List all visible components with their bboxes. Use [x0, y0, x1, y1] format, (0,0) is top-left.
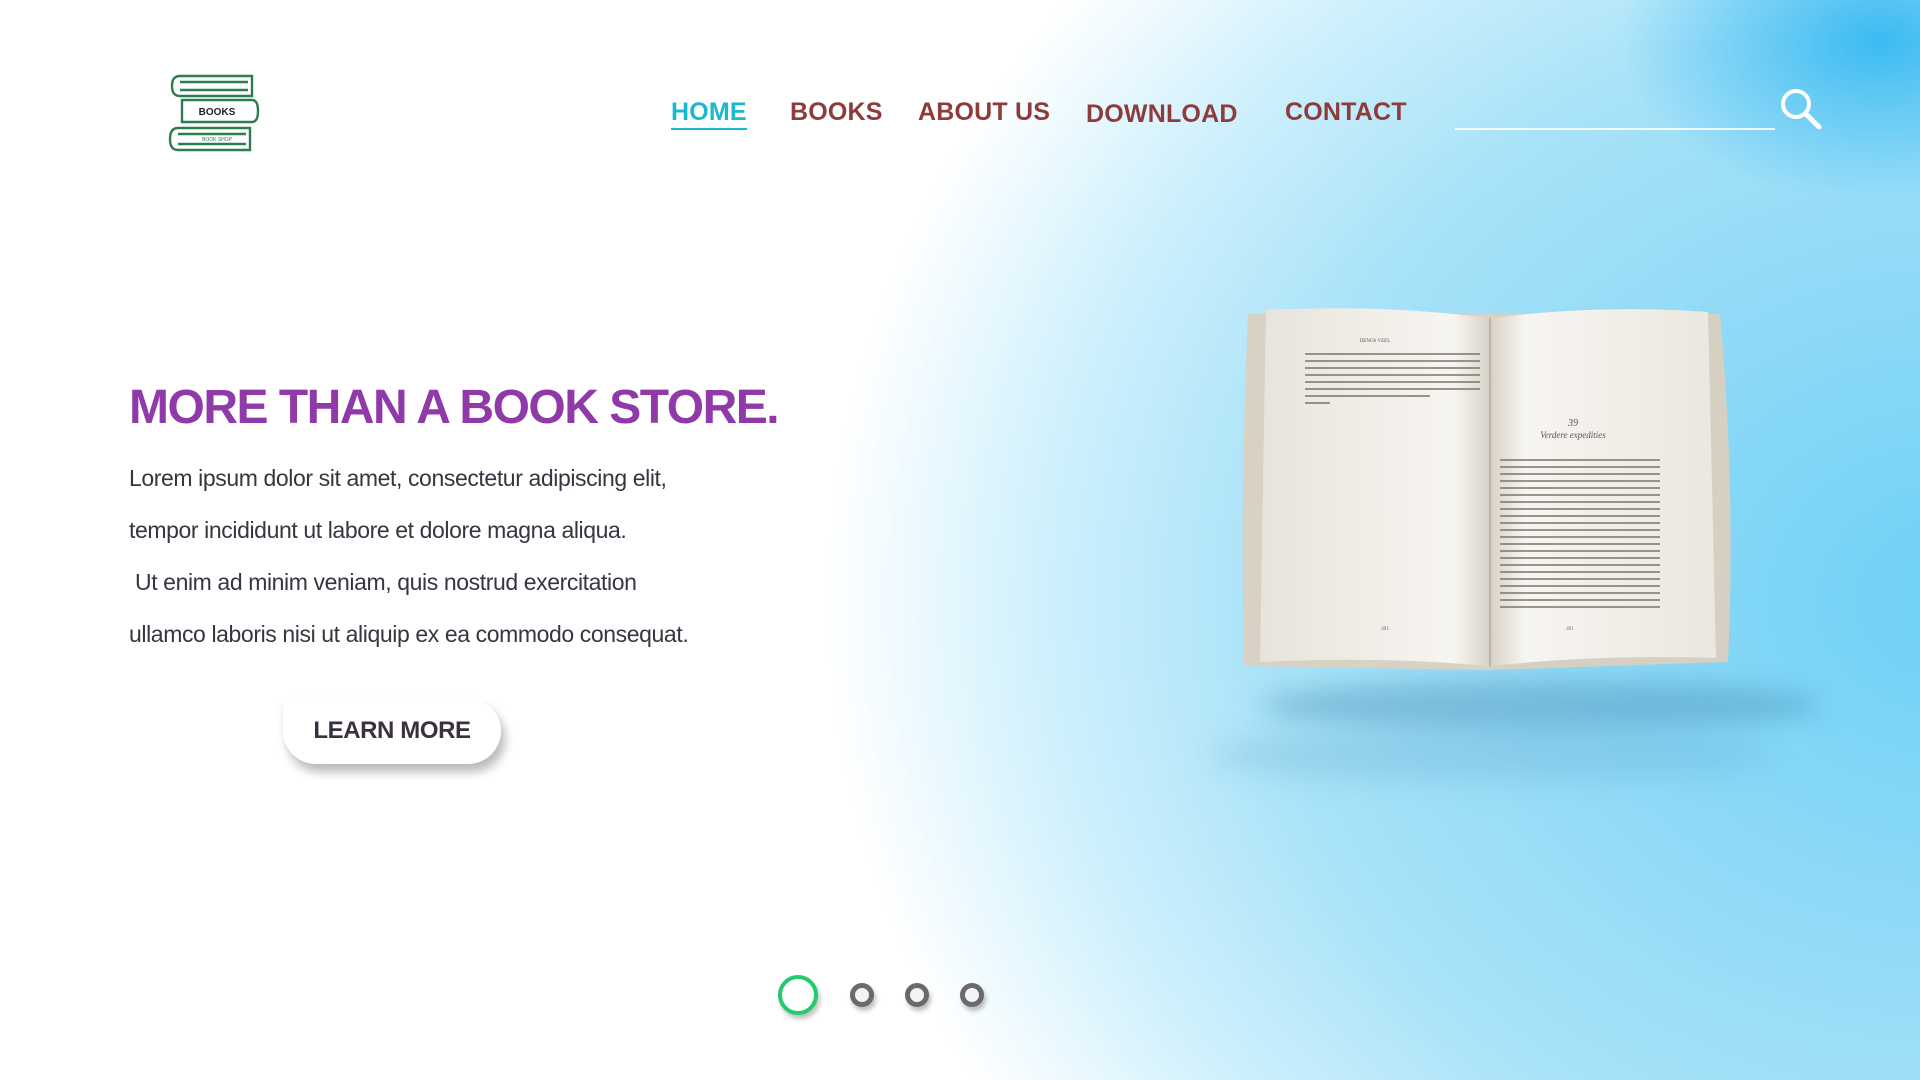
logo-subtitle: BOOK SHOP: [202, 137, 233, 143]
learn-more-button[interactable]: LEARN MORE: [283, 698, 501, 764]
slider-dot-4[interactable]: [960, 983, 984, 1007]
book-page-number-right: 491: [1566, 627, 1574, 632]
book-page-header: DENOS VEEL: [1360, 339, 1391, 344]
search-icon[interactable]: [1778, 86, 1824, 132]
bookshop-logo[interactable]: BOOKS BOOK SHOP: [168, 74, 260, 154]
book-chapter-number: 39: [1567, 418, 1578, 429]
book-illustration: DENOS VEEL 491 39 Verdere expedities 491: [1242, 308, 1731, 670]
nav-contact[interactable]: CONTACT: [1285, 98, 1407, 127]
nav-about-us[interactable]: ABOUT US: [918, 98, 1050, 127]
hero-description: Lorem ipsum dolor sit amet, consectetur …: [129, 458, 769, 666]
nav-download[interactable]: DOWNLOAD: [1086, 100, 1238, 129]
hero-description-line: tempor incididunt ut labore et dolore ma…: [129, 517, 627, 543]
book-shadow: [1210, 730, 1770, 780]
book-page-number-left: 491: [1381, 627, 1389, 632]
slider-dot-2[interactable]: [850, 983, 874, 1007]
hero-description-line: Ut enim ad minim veniam, quis nostrud ex…: [129, 569, 637, 595]
search-input[interactable]: [1455, 128, 1775, 130]
nav-books[interactable]: BOOKS: [790, 98, 883, 127]
hero-description-line: Lorem ipsum dolor sit amet, consectetur …: [129, 465, 667, 491]
book-chapter-title: Verdere expedities: [1540, 430, 1606, 440]
nav-home[interactable]: HOME: [671, 98, 747, 130]
hero-description-line: ullamco laboris nisi ut aliquip ex ea co…: [129, 621, 689, 647]
slider-pagination: [0, 975, 1920, 1015]
logo-title: BOOKS: [199, 107, 236, 118]
hero-headline: MORE THAN A BOOK STORE.: [129, 381, 780, 434]
open-book-image: DENOS VEEL 491 39 Verdere expedities 491: [1210, 300, 1820, 800]
slider-dot-1[interactable]: [778, 975, 818, 1015]
slider-dot-3[interactable]: [905, 983, 929, 1007]
book-shadow: [1260, 680, 1820, 730]
